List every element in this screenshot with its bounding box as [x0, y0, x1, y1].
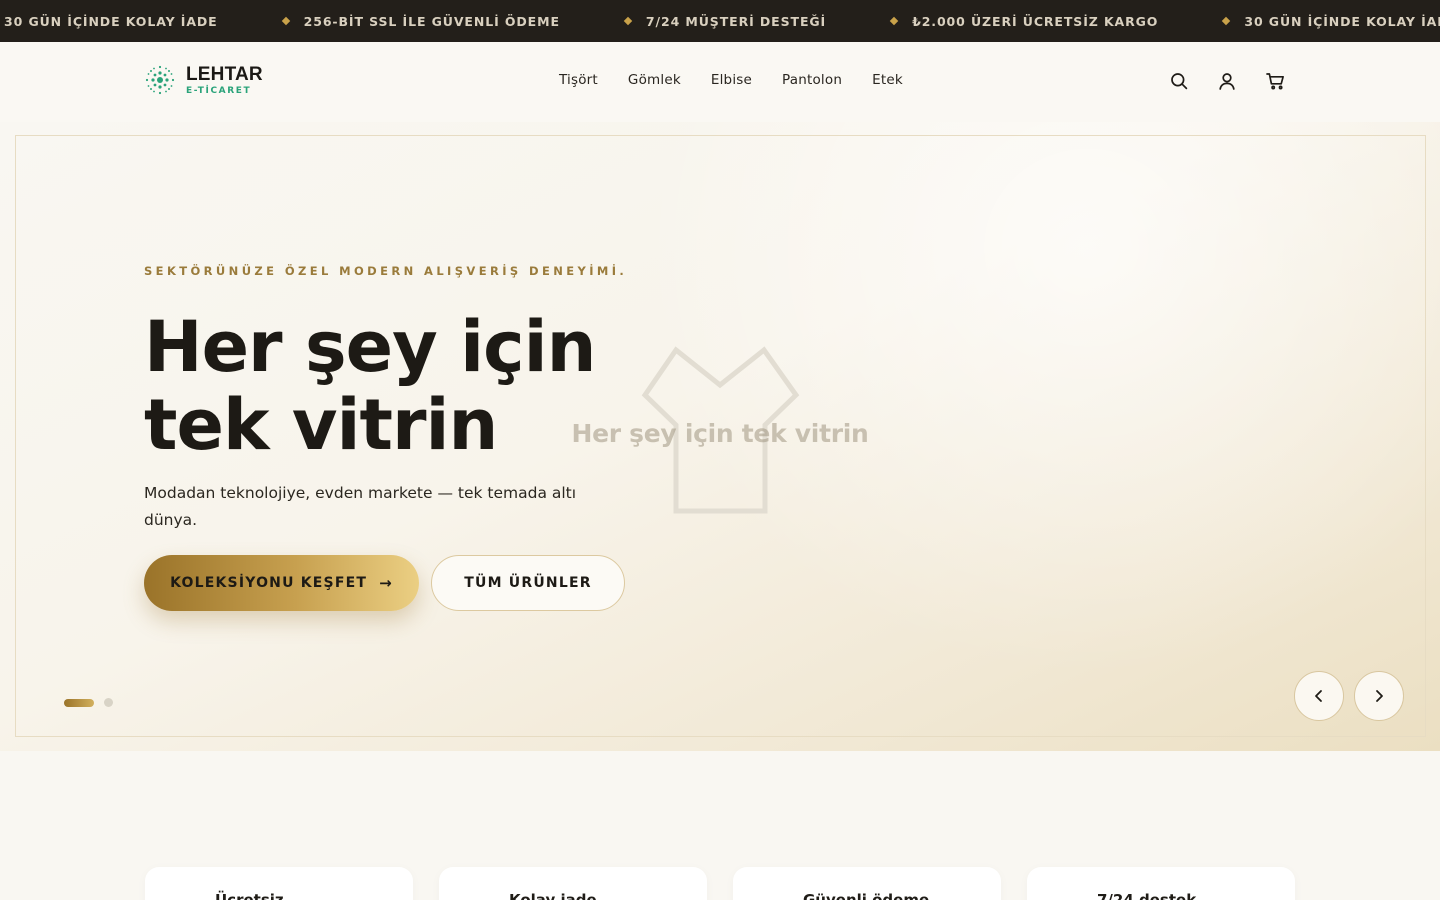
logo-text: LEHTAR E-TİCARET — [186, 65, 263, 96]
brand-name: LEHTAR — [186, 63, 263, 85]
arrow-right-icon: → — [379, 574, 393, 592]
feature-card-title: Ücretsiz — [215, 891, 284, 900]
search-button[interactable] — [1168, 70, 1190, 92]
announcement-item: 30 GÜN İÇİNDE KOLAY İADE — [1222, 14, 1440, 29]
slide-dot[interactable] — [104, 698, 113, 707]
main-nav: Tişört Gömlek Elbise Pantolon Etek — [559, 72, 933, 88]
feature-card: 7/24 destek — [1027, 867, 1295, 900]
announcement-item: 7/24 MÜŞTERİ DESTEĞİ — [623, 14, 891, 29]
announcement-bar: 30 GÜN İÇİNDE KOLAY İADE 256-BİT SSL İLE… — [0, 0, 1440, 42]
brand-tagline: E-TİCARET — [186, 85, 252, 96]
announcement-track: 30 GÜN İÇİNDE KOLAY İADE 256-BİT SSL İLE… — [0, 0, 1440, 42]
search-icon — [1171, 73, 1188, 90]
all-products-label: TÜM ÜRÜNLER — [464, 575, 592, 591]
diamond-icon — [1222, 16, 1231, 26]
nav-item-pantolon[interactable]: Pantolon — [782, 72, 842, 88]
logo-mark-icon — [145, 65, 175, 95]
site-header: LEHTAR E-TİCARET Tişört Gömlek Elbise Pa… — [0, 42, 1440, 122]
brand-logo[interactable]: LEHTAR E-TİCARET — [144, 64, 263, 96]
all-products-button[interactable]: TÜM ÜRÜNLER — [431, 555, 625, 611]
hero-slider: SEKTÖRÜNÜZE ÖZEL MODERN ALIŞVERİŞ DENEYİ… — [0, 122, 1440, 751]
hero-eyebrow: SEKTÖRÜNÜZE ÖZEL MODERN ALIŞVERİŞ DENEYİ… — [144, 264, 628, 278]
slider-next-button[interactable] — [1354, 671, 1404, 721]
explore-collection-button[interactable]: KOLEKSİYONU KEŞFET → — [144, 555, 419, 611]
features-section: Ücretsiz Kolay iade Güvenli ödeme 7/24 d… — [0, 751, 1440, 900]
hero-title-line2: tek vitrin — [144, 384, 498, 466]
feature-card-title: Kolay iade — [509, 891, 597, 900]
chevron-left-icon — [1315, 690, 1322, 702]
feature-card-title: Güvenli ödeme — [803, 891, 930, 900]
chevron-right-icon — [1376, 690, 1383, 702]
header-actions — [1168, 70, 1286, 92]
slider-pagination — [64, 698, 113, 707]
nav-item-tisort[interactable]: Tişört — [559, 72, 598, 88]
hero-title-line1: Her şey için — [144, 306, 596, 388]
announcement-item: 30 GÜN İÇİNDE KOLAY İADE — [4, 13, 218, 29]
user-icon — [1219, 73, 1235, 90]
feature-card: Güvenli ödeme — [733, 867, 1001, 900]
nav-item-etek[interactable]: Etek — [872, 72, 903, 88]
hero-image-caption: Her şey için tek vitrin — [571, 419, 869, 448]
feature-card-title: 7/24 destek — [1097, 891, 1197, 900]
feature-card: Kolay iade — [439, 867, 707, 900]
explore-collection-label: KOLEKSİYONU KEŞFET — [170, 575, 368, 591]
slide-dot-active[interactable] — [64, 698, 94, 707]
announcement-item: ₺2.000 ÜZERİ ÜCRETSİZ KARGO — [889, 14, 1223, 29]
diamond-icon — [623, 16, 633, 26]
announcement-item: 256-BİT SSL İLE GÜVENLİ ÖDEME — [281, 14, 625, 29]
nav-item-gomlek[interactable]: Gömlek — [628, 72, 681, 88]
nav-item-elbise[interactable]: Elbise — [711, 72, 752, 88]
slider-prev-button[interactable] — [1294, 671, 1344, 721]
cart-button[interactable] — [1264, 70, 1286, 92]
diamond-icon — [281, 16, 290, 26]
diamond-icon — [889, 16, 899, 26]
cart-icon — [1265, 73, 1284, 90]
hero-description: Modadan teknolojiye, evden markete — tek… — [144, 484, 577, 529]
feature-card: Ücretsiz — [145, 867, 413, 900]
account-button[interactable] — [1216, 70, 1238, 92]
